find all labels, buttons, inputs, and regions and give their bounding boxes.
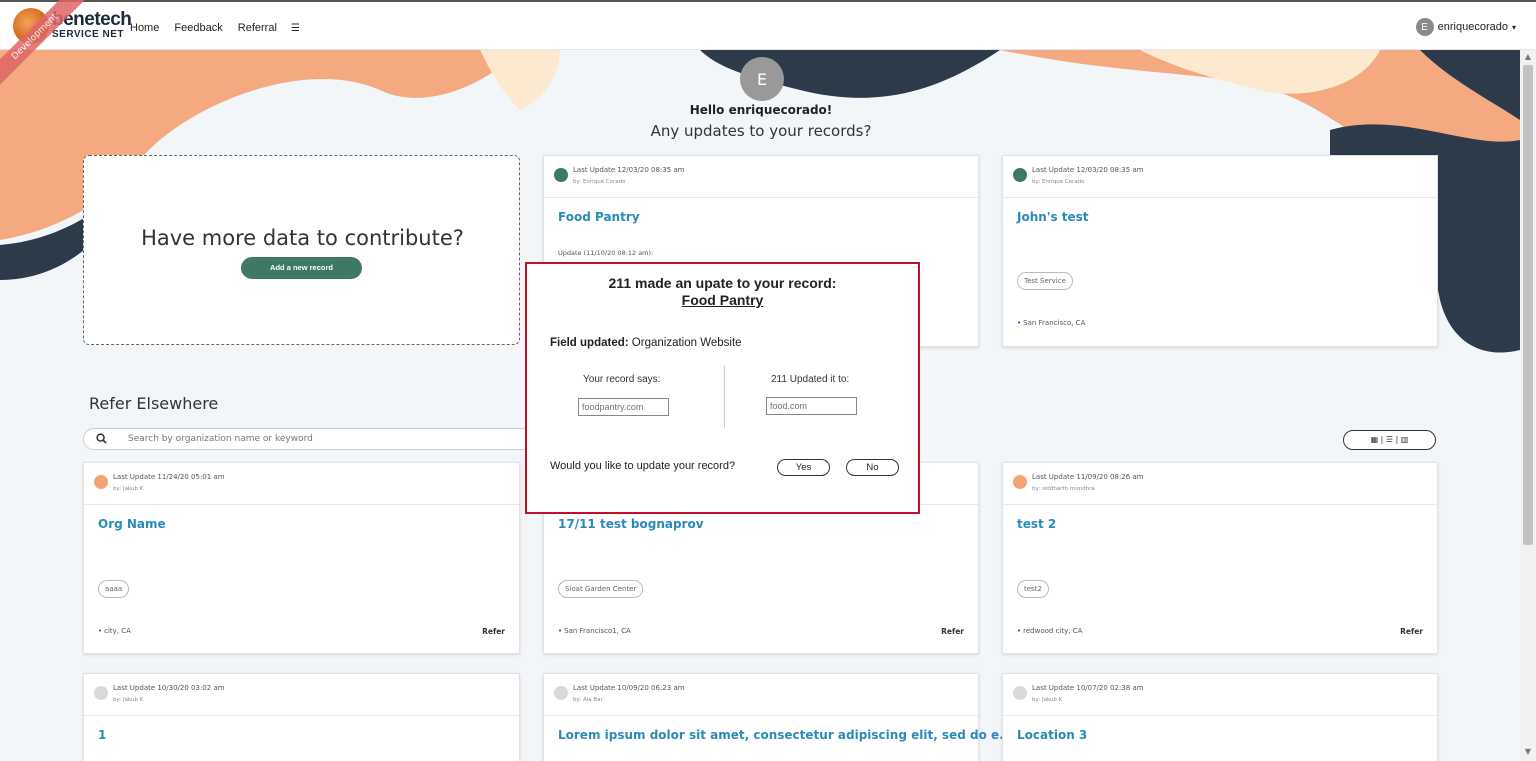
status-dot [1013,168,1027,182]
updated-by: by: Enrique Corado [573,179,626,185]
card-header: Last Update 10/09/20 06:23 am by: Ala Ba… [544,674,978,716]
card-header: Last Update 12/03/20 08:35 am by: Enriqu… [544,156,978,198]
updated-by: by: Ala Bar [573,697,603,703]
no-button[interactable]: No [846,459,899,476]
nav-links: Home Feedback Referral ☰ [130,22,324,34]
service-tag: Test Service [1017,272,1073,290]
org-title[interactable]: 1 [98,728,106,742]
scroll-down-icon[interactable]: ▼ [1520,747,1536,759]
card-header: Last Update 12/03/20 08:35 am by: Enriqu… [1003,156,1437,198]
your-record-label: Your record says: [583,374,661,385]
status-dot [554,168,568,182]
last-update: Last Update 12/03/20 08:35 am [573,166,685,174]
org-title[interactable]: Org Name [98,517,166,531]
refer-card[interactable]: Last Update 10/30/20 03:02 am by: Jakub … [83,673,520,761]
username-label: enriquecorado [1437,21,1508,33]
status-dot [1013,686,1027,700]
refer-card[interactable]: Last Update 11/09/20 08:26 am by: siddha… [1002,462,1438,654]
top-navbar: benetech SERVICE NET Home Feedback Refer… [0,0,1536,50]
card-header: Last Update 10/07/20 02:38 am by: Jakub … [1003,674,1437,716]
refer-card[interactable]: Last Update 10/09/20 06:23 am by: Ala Ba… [543,673,1013,761]
update-modal: 211 made an upate to your record: Food P… [525,262,920,514]
org-title[interactable]: 17/11 test bognaprov [558,517,704,531]
location-label: San Francisco, CA [1017,319,1085,327]
user-menu[interactable]: E enriquecorado ▾ [1415,18,1516,36]
updated-by: by: Jakub K [113,697,144,703]
modal-title: 211 made an upate to your record: Food P… [527,275,918,309]
updated-to-input[interactable] [766,397,857,415]
yes-button[interactable]: Yes [777,459,830,476]
card-header: Last Update 10/30/20 03:02 am by: Jakub … [84,674,519,716]
field-updated: Field updated: Organization Website [550,337,742,349]
update-note: Update (11/10/20 08:12 am): [558,249,654,257]
service-tag: Sloat Garden Center [558,580,644,598]
search-placeholder: Search by organization name or keyword [128,434,313,444]
field-updated-label: Field updated: [550,337,629,349]
service-tag: aaaa [98,580,130,598]
search-input[interactable]: Search by organization name or keyword [83,428,533,450]
org-title[interactable]: Location 3 [1017,728,1087,742]
updated-by: by: siddharth mundhra [1032,486,1095,492]
last-update: Last Update 10/30/20 03:02 am [113,684,225,692]
location-label: San Francisco1, CA [558,627,631,635]
refer-button[interactable]: Refer [941,627,964,636]
last-update: Last Update 12/03/20 08:35 am [1032,166,1144,174]
status-dot [1013,475,1027,489]
stack-icon: ☰ [290,23,300,34]
org-title[interactable]: test 2 [1017,517,1056,531]
last-update: Last Update 10/07/20 02:38 am [1032,684,1144,692]
location-label: city, CA [98,627,131,635]
status-dot [554,686,568,700]
card-header: Last Update 11/09/20 08:26 am by: siddha… [1003,463,1437,505]
updated-to-label: 211 Updated it to: [771,374,850,385]
update-question: Would you like to update your record? [550,460,736,472]
refer-card[interactable]: Last Update 10/07/20 02:38 am by: Jakub … [1002,673,1438,761]
record-title[interactable]: Food Pantry [558,210,640,224]
scrollbar-thumb[interactable] [1523,65,1533,545]
user-avatar: E [1415,18,1434,36]
view-toggle[interactable]: ▦ | ☰ | ▥ [1343,430,1436,450]
modal-record-link[interactable]: Food Pantry [527,292,918,309]
contribute-card: Have more data to contribute? Add a new … [83,155,520,345]
logo-sub-text: SERVICE NET [52,29,124,40]
status-dot [94,475,108,489]
nav-referral-label: Referral [237,22,277,34]
card-header: Last Update 11/24/20 05:01 am by: Jakub … [84,463,519,505]
nav-feedback-link[interactable]: Feedback [174,22,222,34]
updated-by: by: Jakub K [113,486,144,492]
your-record-input[interactable] [578,398,669,416]
modal-title-text: 211 made an upate to your record: [608,275,837,291]
service-tag: test2 [1017,580,1049,598]
updates-question: Any updates to your records? [650,122,872,140]
contribute-title: Have more data to contribute? [141,226,464,250]
caret-down-icon: ▾ [1511,22,1516,32]
page-scrollbar[interactable]: ▲ ▼ [1520,50,1536,761]
modal-divider [724,366,725,428]
refer-button[interactable]: Refer [1400,627,1423,636]
scroll-up-icon[interactable]: ▲ [1520,52,1536,64]
record-title[interactable]: John's test [1017,210,1089,224]
refer-button[interactable]: Refer [482,627,505,636]
nav-referral-link[interactable]: Referral ☰ [238,22,312,34]
org-title[interactable]: Lorem ipsum dolor sit amet, consectetur … [558,728,1013,742]
updated-by: by: Jakub K [1032,697,1063,703]
last-update: Last Update 11/09/20 08:26 am [1032,473,1144,481]
refer-elsewhere-heading: Refer Elsewhere [89,394,219,413]
profile-avatar: E [740,57,784,101]
last-update: Last Update 11/24/20 05:01 am [113,473,225,481]
greeting-text: Hello enriquecorado! [689,103,833,117]
status-dot [94,686,108,700]
add-new-record-button[interactable]: Add a new record [241,257,362,279]
refer-card[interactable]: Last Update 11/24/20 05:01 am by: Jakub … [83,462,520,654]
updated-by: by: Enrique Corado [1032,179,1085,185]
field-updated-value: Organization Website [631,337,742,349]
record-card[interactable]: Last Update 12/03/20 08:35 am by: Enriqu… [1002,155,1438,347]
search-icon [96,433,107,444]
last-update: Last Update 10/09/20 06:23 am [573,684,685,692]
nav-home-link[interactable]: Home [130,22,159,34]
location-label: redwood city, CA [1017,627,1082,635]
